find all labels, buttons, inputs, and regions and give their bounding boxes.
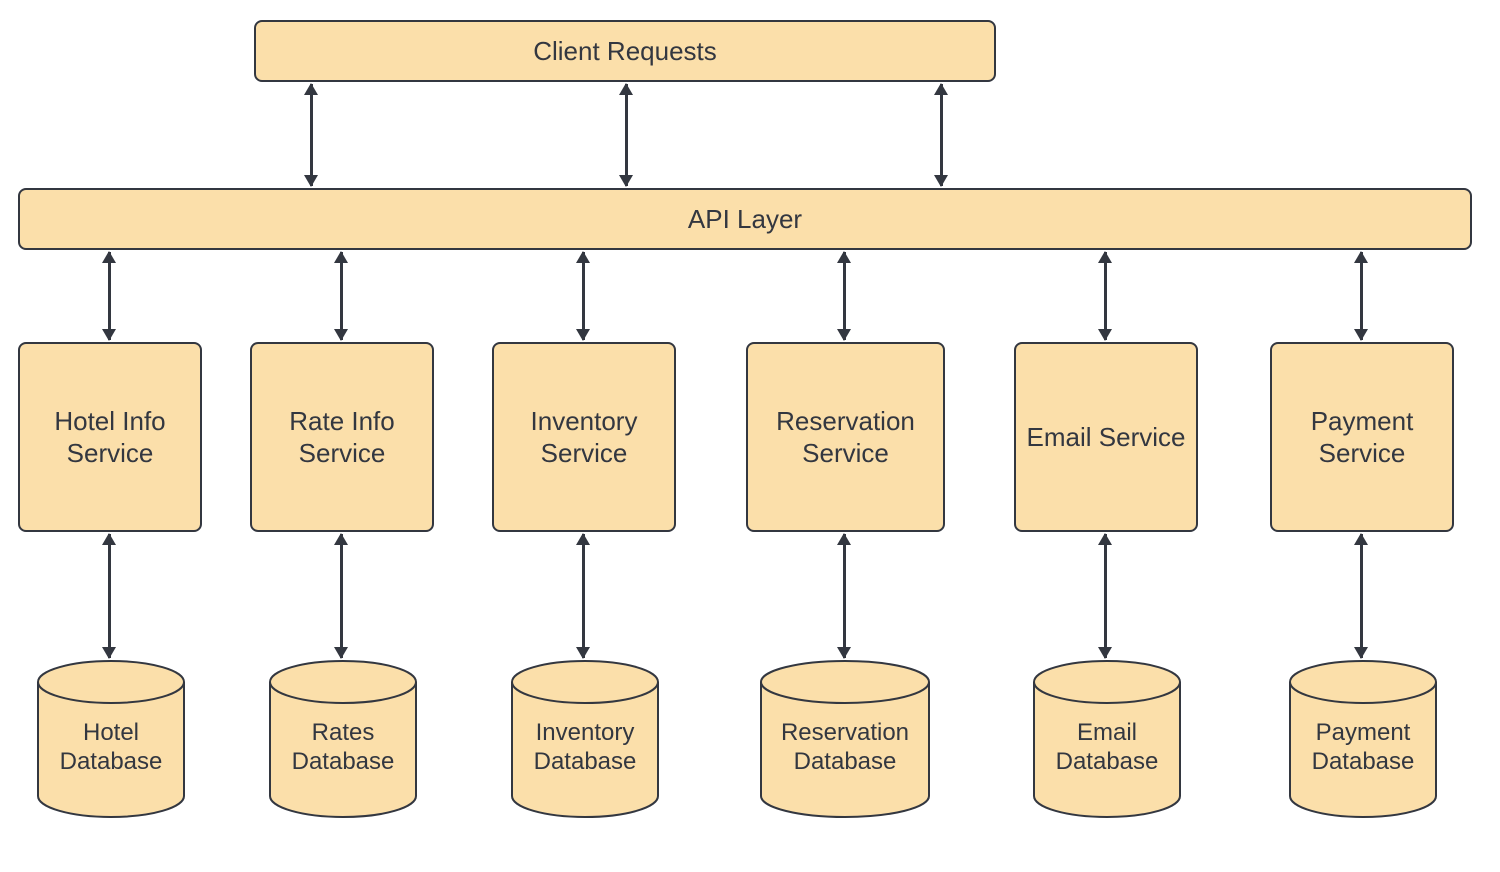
service-label-3: Reservation Service	[756, 405, 935, 470]
database-label-4: Email Database	[1033, 719, 1181, 777]
arrow-client-api-2	[625, 84, 628, 186]
database-3: Reservation Database	[760, 660, 930, 818]
arrow-api-service-3	[843, 252, 846, 340]
service-box-3: Reservation Service	[746, 342, 945, 532]
service-box-2: Inventory Service	[492, 342, 676, 532]
database-5: Payment Database	[1289, 660, 1437, 818]
api-layer-box: API Layer	[18, 188, 1472, 250]
client-requests-label: Client Requests	[533, 35, 717, 68]
service-box-5: Payment Service	[1270, 342, 1454, 532]
database-1: Rates Database	[269, 660, 417, 818]
arrow-service-db-0	[108, 534, 111, 658]
database-4: Email Database	[1033, 660, 1181, 818]
arrow-api-service-5	[1360, 252, 1363, 340]
arrow-api-service-1	[340, 252, 343, 340]
arrow-service-db-3	[843, 534, 846, 658]
arrow-service-db-2	[582, 534, 585, 658]
service-box-0: Hotel Info Service	[18, 342, 202, 532]
service-label-0: Hotel Info Service	[28, 405, 192, 470]
arrow-service-db-4	[1104, 534, 1107, 658]
arrow-api-service-2	[582, 252, 585, 340]
arrow-service-db-5	[1360, 534, 1363, 658]
database-0: Hotel Database	[37, 660, 185, 818]
database-label-3: Reservation Database	[760, 719, 930, 777]
database-2: Inventory Database	[511, 660, 659, 818]
database-label-0: Hotel Database	[37, 719, 185, 777]
database-label-1: Rates Database	[269, 719, 417, 777]
api-layer-label: API Layer	[688, 203, 802, 236]
database-label-5: Payment Database	[1289, 719, 1437, 777]
client-requests-box: Client Requests	[254, 20, 996, 82]
arrow-service-db-1	[340, 534, 343, 658]
arrow-api-service-4	[1104, 252, 1107, 340]
arrow-client-api-1	[310, 84, 313, 186]
service-label-1: Rate Info Service	[260, 405, 424, 470]
arrow-api-service-0	[108, 252, 111, 340]
arrow-client-api-3	[940, 84, 943, 186]
service-label-5: Payment Service	[1280, 405, 1444, 470]
service-box-4: Email Service	[1014, 342, 1198, 532]
service-label-2: Inventory Service	[502, 405, 666, 470]
service-box-1: Rate Info Service	[250, 342, 434, 532]
database-label-2: Inventory Database	[511, 719, 659, 777]
service-label-4: Email Service	[1027, 421, 1186, 454]
